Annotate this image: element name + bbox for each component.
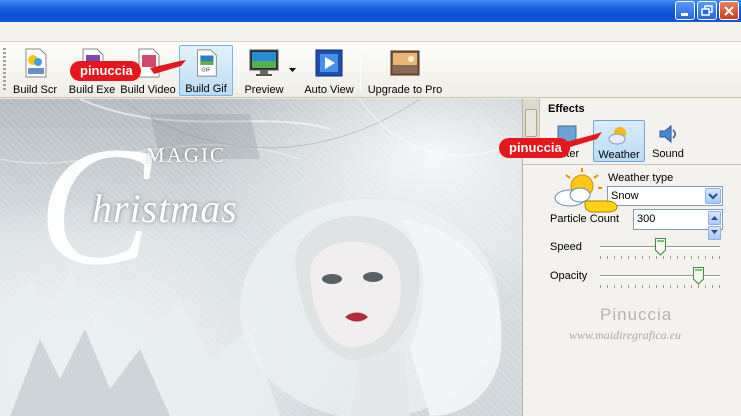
preview-label: Preview: [244, 84, 284, 96]
weather-type-label: Weather type: [608, 172, 674, 184]
toolbar-separator: [238, 50, 239, 92]
monitor-icon: [249, 49, 279, 76]
arrow-pointer-icon: [566, 132, 602, 147]
arrow-pointer-icon: [150, 60, 186, 74]
annotation-tag: pinuccia: [70, 61, 141, 81]
menu-bar: [0, 22, 741, 42]
dropdown-button[interactable]: [705, 188, 721, 204]
weather-type-select[interactable]: Snow: [607, 186, 723, 206]
weather-icon: [608, 127, 626, 145]
auto-view-label: Auto View: [304, 84, 354, 96]
upgrade-to-pro-label: Upgrade to Pro: [367, 84, 443, 96]
scr-file-icon: [25, 48, 47, 78]
upgrade-to-pro-button[interactable]: Upgrade to Pro: [366, 45, 444, 96]
auto-view-button[interactable]: Auto View: [302, 45, 356, 96]
speaker-icon: [659, 124, 676, 144]
preview-canvas[interactable]: C MAGIC hristmas: [0, 99, 522, 416]
watermark-url: www.maidiregrafica.eu: [569, 328, 681, 342]
close-button[interactable]: [719, 1, 739, 20]
chevron-up-icon: [711, 216, 718, 220]
gif-file-icon: GIF: [197, 49, 217, 77]
chevron-down-icon: [711, 230, 718, 234]
particle-count-label: Particle Count: [550, 213, 620, 225]
build-scr-label: Build Scr: [12, 84, 58, 96]
particle-count-stepper[interactable]: 300: [633, 209, 723, 240]
build-scr-button[interactable]: Build Scr: [10, 45, 60, 96]
increment-button[interactable]: [708, 211, 721, 225]
hand-pointer-icon: [584, 200, 618, 213]
speed-label: Speed: [550, 241, 582, 253]
woman-portrait-art: [240, 199, 502, 416]
effects-title: Effects: [548, 103, 585, 115]
toolbar-separator: [360, 50, 361, 92]
slider-thumb[interactable]: [693, 267, 704, 285]
panel-divider: [523, 164, 741, 165]
slider-ticks: [600, 256, 720, 259]
film-icon: [315, 49, 343, 77]
picture-icon: [390, 50, 420, 76]
window-controls: [675, 1, 739, 20]
title-christmas: hristmas: [92, 186, 238, 231]
minimize-icon: [681, 13, 688, 16]
chevron-down-icon[interactable]: [289, 68, 296, 73]
slider-ticks: [600, 285, 720, 288]
opacity-slider[interactable]: [600, 267, 720, 288]
close-icon: [724, 6, 734, 16]
minimize-button[interactable]: [675, 1, 695, 20]
annotation-tag: pinuccia: [499, 138, 570, 158]
maximize-button[interactable]: [697, 1, 717, 20]
build-gif-label: Build Gif: [185, 83, 227, 95]
tab-sound-label: Sound: [652, 148, 684, 160]
toolbar-grip[interactable]: [3, 48, 6, 92]
panel-scrollbar[interactable]: [523, 99, 540, 139]
speed-slider[interactable]: [600, 238, 720, 259]
opacity-label: Opacity: [550, 270, 588, 282]
title-magic: MAGIC: [146, 143, 227, 167]
chevron-down-icon: [708, 193, 718, 200]
scrollbar-thumb[interactable]: [525, 109, 537, 137]
title-bar: [0, 0, 741, 22]
build-exe-label: Build Exe: [68, 84, 116, 96]
build-video-label: Build Video: [120, 84, 176, 96]
preview-button[interactable]: Preview: [242, 45, 286, 96]
watermark-name: Pinuccia: [600, 305, 673, 324]
svg-text:GIF: GIF: [201, 67, 211, 73]
tab-sound[interactable]: Sound: [648, 120, 688, 162]
restore-icon: [701, 5, 713, 16]
particle-count-value: 300: [637, 213, 656, 225]
slider-thumb[interactable]: [655, 238, 666, 256]
